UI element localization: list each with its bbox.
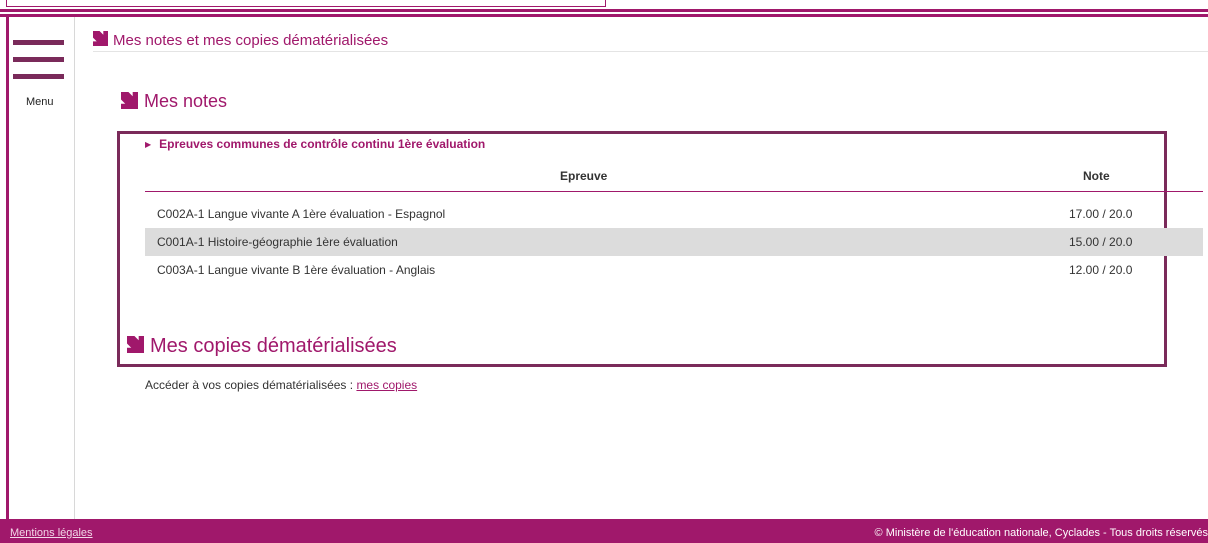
copies-access-text: Accéder à vos copies dématérialisées : m… <box>145 378 417 392</box>
row-epreuve: C002A-1 Langue vivante A 1ère évaluation… <box>157 207 446 221</box>
copies-access-label: Accéder à vos copies dématérialisées : <box>145 378 357 392</box>
row-note: 17.00 / 20.0 <box>1069 207 1133 221</box>
header-divider <box>0 14 1208 17</box>
row-note: 12.00 / 20.0 <box>1069 263 1133 277</box>
row-note: 15.00 / 20.0 <box>1069 235 1133 249</box>
row-epreuve: C001A-1 Histoire-géographie 1ère évaluat… <box>157 235 398 249</box>
table-row[interactable]: C001A-1 Histoire-géographie 1ère évaluat… <box>145 228 1203 256</box>
column-header-epreuve: Epreuve <box>560 169 608 183</box>
top-frame <box>6 0 606 7</box>
page-title-text: Mes notes et mes copies dématérialisées <box>113 32 389 49</box>
table-header-divider <box>145 191 1203 192</box>
page-title: Mes notes et mes copies dématérialisées <box>93 31 1208 52</box>
corner-arrow-icon <box>93 31 108 46</box>
corner-arrow-icon <box>121 92 138 109</box>
menu-label[interactable]: Menu <box>26 96 54 108</box>
section-title-copies: Mes copies dématérialisées <box>127 335 397 358</box>
mentions-legales-link[interactable]: Mentions légales <box>10 527 93 539</box>
table-row[interactable]: C002A-1 Langue vivante A 1ère évaluation… <box>145 200 1203 228</box>
section-title-notes: Mes notes <box>121 91 227 112</box>
caret-right-icon: ▶ <box>145 140 152 149</box>
sidebar <box>9 17 75 519</box>
table-row[interactable]: C003A-1 Langue vivante B 1ère évaluation… <box>145 256 1203 284</box>
row-epreuve: C003A-1 Langue vivante B 1ère évaluation… <box>157 263 436 277</box>
footer: Mentions légales © Ministère de l'éducat… <box>0 519 1208 543</box>
section-title-notes-text: Mes notes <box>144 91 228 111</box>
exam-group-toggle[interactable]: ▶ Epreuves communes de contrôle continu 1… <box>145 137 485 151</box>
section-title-copies-text: Mes copies dématérialisées <box>150 335 397 357</box>
corner-arrow-icon <box>127 336 144 353</box>
mes-copies-link[interactable]: mes copies <box>356 378 417 392</box>
column-header-note: Note <box>1083 169 1110 183</box>
hamburger-icon[interactable] <box>13 40 64 84</box>
exam-group-label: Epreuves communes de contrôle continu 1è… <box>159 137 486 151</box>
copyright-text: © Ministère de l'éducation nationale, Cy… <box>874 527 1208 539</box>
top-divider <box>0 9 1208 12</box>
